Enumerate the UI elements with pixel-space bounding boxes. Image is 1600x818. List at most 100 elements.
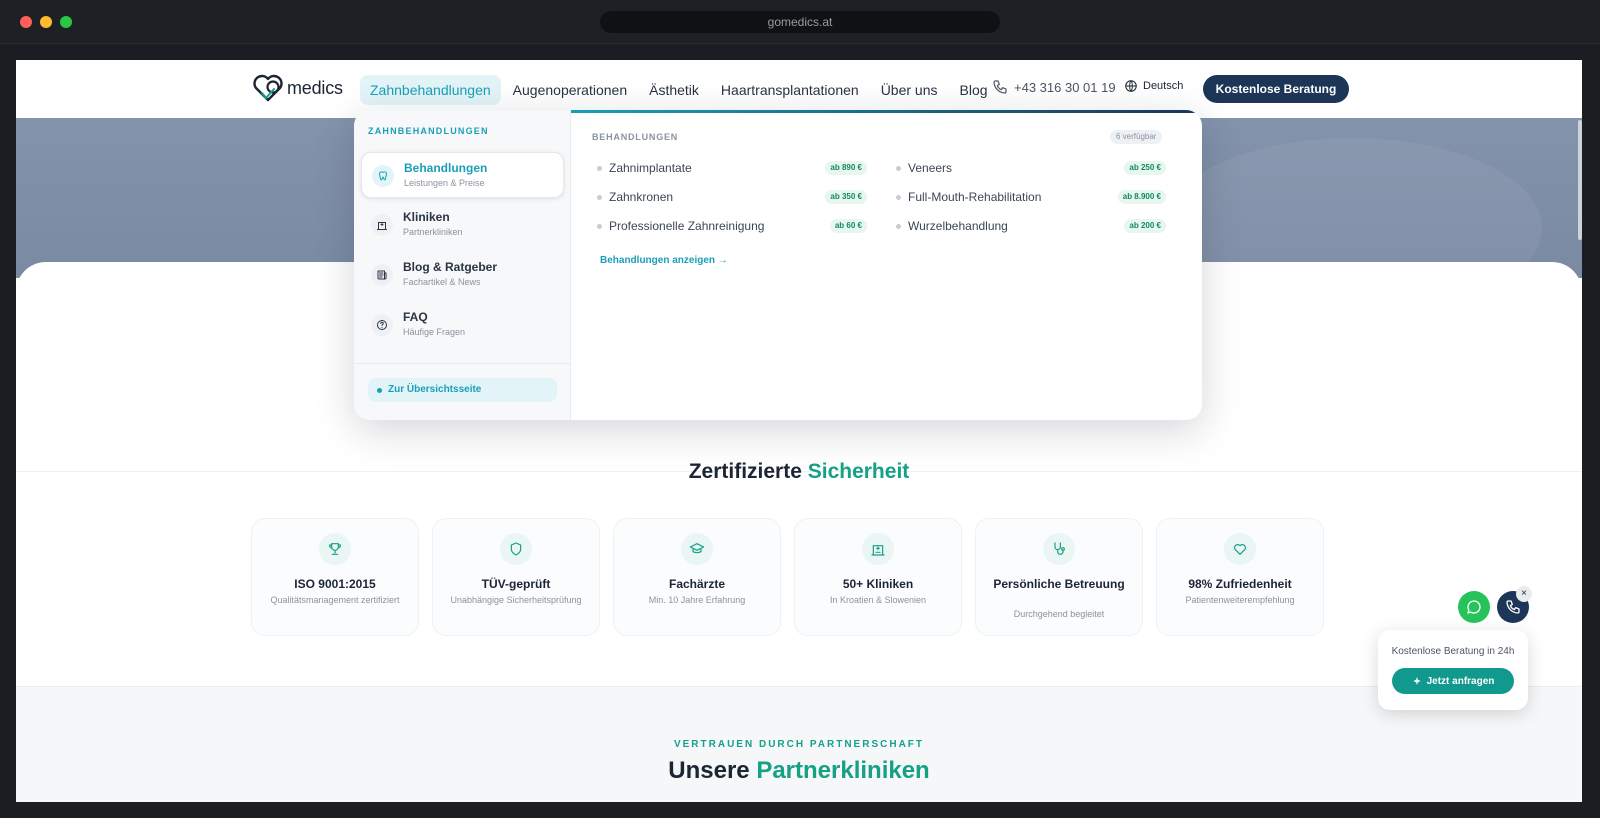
cert-card-care: Persönliche Betreuung Durchgehend beglei… bbox=[975, 518, 1143, 636]
mega-item-subtitle: Häufige Fragen bbox=[403, 327, 466, 337]
stethoscope-icon bbox=[1043, 533, 1075, 565]
popup-text: Kostenlose Beratung in 24h bbox=[1391, 646, 1515, 657]
nav-zahnbehandlungen[interactable]: Zahnbehandlungen bbox=[360, 75, 501, 105]
heart-logo-icon bbox=[253, 74, 283, 102]
free-consultation-button[interactable]: Kostenlose Beratung bbox=[1203, 75, 1349, 103]
cert-card-subtitle: Qualitätsmanagement zertifiziert bbox=[270, 595, 400, 605]
nav-haartransplantationen[interactable]: Haartransplantationen bbox=[711, 75, 869, 105]
mega-item-blog[interactable]: Blog & Ratgeber Fachartikel & News bbox=[361, 252, 564, 298]
browser-chrome: gomedics.at bbox=[0, 0, 1600, 44]
window-minimize-button[interactable] bbox=[40, 16, 52, 28]
bullet-dot bbox=[597, 224, 602, 229]
mega-item-title: Kliniken bbox=[403, 210, 450, 224]
widget-close-button[interactable]: × bbox=[1516, 586, 1532, 602]
cert-card-title: 98% Zufriedenheit bbox=[1188, 577, 1292, 591]
whatsapp-button[interactable] bbox=[1458, 591, 1490, 623]
certified-title-accent: Sicherheit bbox=[807, 460, 910, 483]
window-maximize-button[interactable] bbox=[60, 16, 72, 28]
cert-card-iso: ISO 9001:2015 Qualitätsmanagement zertif… bbox=[251, 518, 419, 636]
nav-aesthetik[interactable]: Ästhetik bbox=[639, 75, 709, 105]
request-now-label: Jetzt anfragen bbox=[1426, 675, 1495, 687]
bullet-dot bbox=[896, 224, 901, 229]
site-logo[interactable]: medics bbox=[251, 72, 343, 104]
page-scrollbar[interactable] bbox=[1578, 120, 1582, 240]
mega-item-subtitle: Leistungen & Preise bbox=[404, 178, 485, 188]
treatment-name: Wurzelbehandlung bbox=[908, 219, 1008, 233]
bullet-dot bbox=[597, 166, 602, 171]
treatment-link-full-mouth[interactable]: Full-Mouth-Rehabilitation ab 8.900 € bbox=[896, 187, 1166, 207]
mega-item-title: Behandlungen bbox=[404, 161, 488, 175]
question-icon bbox=[371, 314, 393, 336]
cert-card-subtitle: Min. 10 Jahre Erfahrung bbox=[648, 595, 746, 605]
graduation-cap-icon bbox=[681, 533, 713, 565]
cert-card-tuev: TÜV-geprüft Unabhängige Sicherheitsprüfu… bbox=[432, 518, 600, 636]
partner-title-main: Unsere bbox=[668, 757, 757, 784]
mega-menu-eyebrow: ZAHNBEHANDLUNGEN bbox=[368, 126, 489, 136]
cert-card-subtitle: Durchgehend begleitet bbox=[1013, 609, 1105, 619]
treatment-link-zahnimplantate[interactable]: Zahnimplantate ab 890 € bbox=[597, 158, 867, 178]
mega-item-subtitle: Partnerkliniken bbox=[403, 227, 463, 237]
partner-title-accent: Partnerkliniken bbox=[756, 757, 930, 784]
logo-text: medics bbox=[287, 77, 343, 98]
cert-card-subtitle: Patientenweiterempfehlung bbox=[1185, 595, 1295, 605]
language-switcher[interactable]: Deutsch bbox=[1124, 79, 1183, 93]
treatment-price: ab 8.900 € bbox=[1117, 190, 1166, 204]
cert-card-title: ISO 9001:2015 bbox=[294, 577, 376, 591]
nav-blog[interactable]: Blog bbox=[950, 75, 998, 105]
treatment-name: Zahnimplantate bbox=[609, 161, 692, 175]
newspaper-icon bbox=[371, 264, 393, 286]
hospital-icon bbox=[862, 533, 894, 565]
treatment-name: Professionelle Zahnreinigung bbox=[609, 219, 765, 233]
partner-eyebrow: VERTRAUEN DURCH PARTNERSCHAFT bbox=[673, 739, 925, 750]
overview-page-link[interactable]: Zur Übersichtsseite bbox=[368, 378, 557, 402]
partner-title: Unsere Partnerkliniken bbox=[16, 757, 1582, 785]
main-nav: Zahnbehandlungen Augenoperationen Ästhet… bbox=[360, 74, 998, 106]
treatment-price: ab 200 € bbox=[1124, 219, 1166, 233]
cert-card-title: Persönliche Betreuung bbox=[993, 577, 1125, 591]
certified-title-main: Zertifizierte bbox=[688, 460, 808, 483]
treatment-price: ab 60 € bbox=[829, 219, 867, 233]
treatment-price: ab 350 € bbox=[825, 190, 867, 204]
cert-card-clinics: 50+ Kliniken In Kroatien & Slowenien bbox=[794, 518, 962, 636]
request-now-button[interactable]: Jetzt anfragen bbox=[1392, 668, 1514, 694]
phone-link[interactable]: +43 316 30 01 19 bbox=[992, 79, 1116, 95]
trophy-icon bbox=[319, 533, 351, 565]
mega-menu-divider bbox=[354, 363, 571, 364]
treatment-price: ab 250 € bbox=[1124, 161, 1166, 175]
mega-item-kliniken[interactable]: Kliniken Partnerkliniken bbox=[361, 202, 564, 248]
certified-section-title: Zertifizierte Sicherheit bbox=[16, 460, 1582, 484]
mega-menu-sidebar: ZAHNBEHANDLUNGEN Behandlungen Leistungen… bbox=[354, 110, 571, 420]
address-bar[interactable]: gomedics.at bbox=[600, 11, 1000, 33]
consultation-popup: Kostenlose Beratung in 24h Jetzt anfrage… bbox=[1378, 630, 1528, 710]
heart-icon bbox=[1224, 533, 1256, 565]
sparkle-icon bbox=[1412, 676, 1421, 686]
available-count-badge: 6 verfügbar bbox=[1110, 130, 1163, 144]
treatment-name: Zahnkronen bbox=[609, 190, 674, 204]
cert-card-satisfaction: 98% Zufriedenheit Patientenweiterempfehl… bbox=[1156, 518, 1324, 636]
treatment-link-zahnreinigung[interactable]: Professionelle Zahnreinigung ab 60 € bbox=[597, 216, 867, 236]
whatsapp-icon bbox=[1467, 600, 1481, 614]
shield-icon bbox=[500, 533, 532, 565]
mega-item-faq[interactable]: FAQ Häufige Fragen bbox=[361, 302, 564, 348]
mega-item-title: FAQ bbox=[403, 310, 428, 324]
cert-card-subtitle: In Kroatien & Slowenien bbox=[829, 595, 927, 605]
cert-card-subtitle: Unabhängige Sicherheitsprüfung bbox=[450, 595, 582, 605]
phone-icon bbox=[1506, 600, 1520, 614]
cert-card-title: TÜV-geprüft bbox=[481, 577, 551, 591]
window-close-button[interactable] bbox=[20, 16, 32, 28]
show-treatments-link[interactable]: Behandlungen anzeigen → bbox=[600, 255, 728, 266]
hospital-icon bbox=[371, 214, 393, 236]
page-viewport: medics Zahnbehandlungen Augenoperationen… bbox=[16, 60, 1582, 802]
cert-card-title: 50+ Kliniken bbox=[842, 577, 914, 591]
bullet-dot bbox=[896, 195, 901, 200]
nav-ueber-uns[interactable]: Über uns bbox=[871, 75, 948, 105]
mega-item-behandlungen[interactable]: Behandlungen Leistungen & Preise bbox=[361, 152, 564, 198]
cert-card-specialists: Fachärzte Min. 10 Jahre Erfahrung bbox=[613, 518, 781, 636]
treatment-link-zahnkronen[interactable]: Zahnkronen ab 350 € bbox=[597, 187, 867, 207]
nav-augenoperationen[interactable]: Augenoperationen bbox=[503, 75, 637, 105]
treatment-link-veneers[interactable]: Veneers ab 250 € bbox=[896, 158, 1166, 178]
treatment-link-wurzelbehandlung[interactable]: Wurzelbehandlung ab 200 € bbox=[896, 216, 1166, 236]
phone-number: +43 316 30 01 19 bbox=[1014, 79, 1116, 95]
treatment-name: Full-Mouth-Rehabilitation bbox=[908, 190, 1042, 204]
partner-section: VERTRAUEN DURCH PARTNERSCHAFT Unsere Par… bbox=[16, 686, 1582, 802]
